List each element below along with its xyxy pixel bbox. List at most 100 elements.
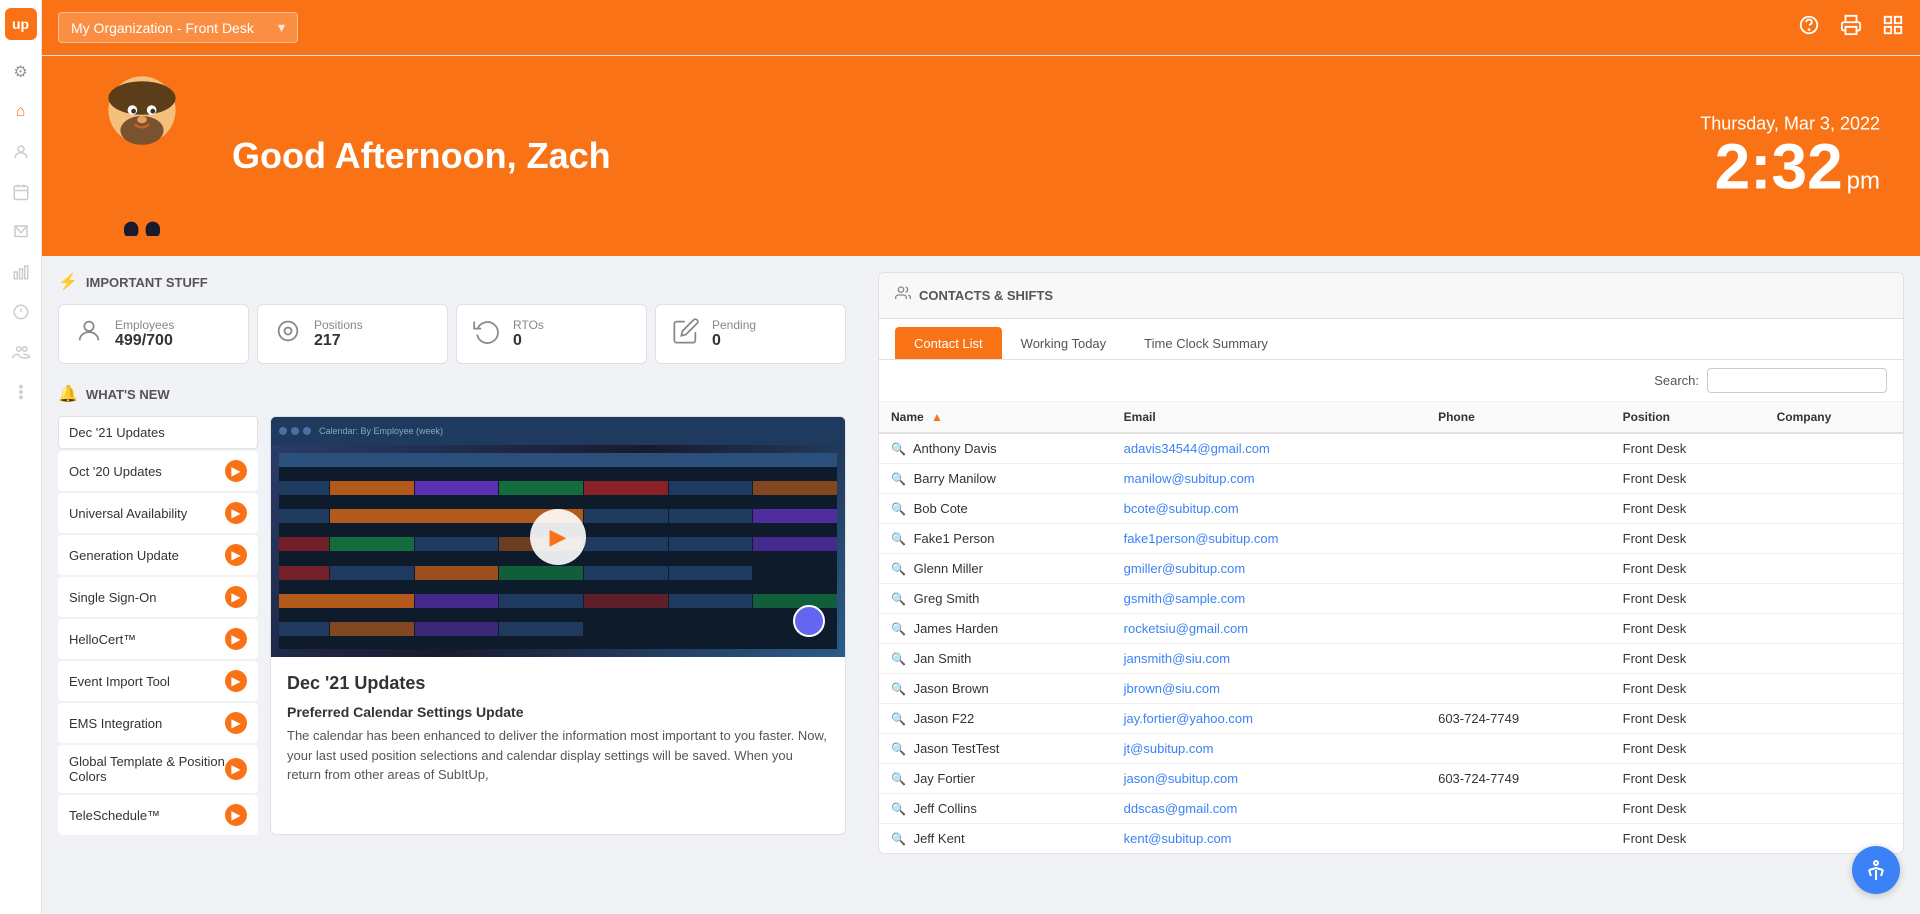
contact-phone — [1426, 734, 1611, 764]
contact-phone: 603-724-7749 — [1426, 764, 1611, 794]
app-logo[interactable]: up — [5, 8, 37, 40]
news-item-label: EMS Integration — [69, 716, 162, 731]
org-selector[interactable]: My Organization - Front Desk ▾ — [58, 12, 298, 43]
main-content: My Organization - Front Desk ▾ — [42, 0, 1920, 914]
sidebar-item-users[interactable] — [3, 134, 39, 170]
email-link[interactable]: jansmith@siu.com — [1124, 651, 1230, 666]
sidebar: up ⚙ ⌂ — [0, 0, 42, 914]
sort-arrow-icon: ▲ — [931, 410, 943, 424]
contact-email: jason@subitup.com — [1112, 764, 1426, 794]
col-name[interactable]: Name ▲ — [879, 402, 1112, 433]
play-button[interactable]: ▶ — [530, 509, 586, 565]
print-icon[interactable] — [1840, 14, 1862, 41]
email-link[interactable]: fake1person@subitup.com — [1124, 531, 1279, 546]
grid-icon[interactable] — [1882, 14, 1904, 41]
email-link[interactable]: gsmith@sample.com — [1124, 591, 1246, 606]
email-link[interactable]: gmiller@subitup.com — [1124, 561, 1246, 576]
contact-name: 🔍 Glenn Miller — [879, 554, 1112, 584]
table-row: 🔍 Jan Smith jansmith@siu.com Front Desk — [879, 644, 1903, 674]
news-item-hellocert[interactable]: HelloCert™ ▶ — [58, 619, 258, 659]
stat-employees[interactable]: Employees 499/700 — [58, 304, 249, 364]
news-item-dec21[interactable]: Dec '21 Updates — [58, 416, 258, 449]
contact-email: adavis34544@gmail.com — [1112, 433, 1426, 464]
email-link[interactable]: adavis34544@gmail.com — [1124, 441, 1270, 456]
contact-company — [1765, 674, 1903, 704]
email-link[interactable]: kent@subitup.com — [1124, 831, 1232, 846]
news-item-event-import[interactable]: Event Import Tool ▶ — [58, 661, 258, 701]
email-link[interactable]: jason@subitup.com — [1124, 771, 1238, 786]
video-dot — [291, 427, 299, 435]
contact-company — [1765, 734, 1903, 764]
news-item-oct20[interactable]: Oct '20 Updates ▶ — [58, 451, 258, 491]
person-search-icon: 🔍 — [891, 712, 906, 726]
accessibility-button[interactable] — [1852, 846, 1900, 894]
sidebar-item-messages[interactable] — [3, 214, 39, 250]
whats-new-header: 🔔 WHAT'S NEW — [58, 384, 846, 404]
contact-company — [1765, 494, 1903, 524]
email-link[interactable]: manilow@subitup.com — [1124, 471, 1255, 486]
news-item-generation-update[interactable]: Generation Update ▶ — [58, 535, 258, 575]
positions-info: Positions 217 — [314, 318, 363, 350]
email-link[interactable]: rocketsiu@gmail.com — [1124, 621, 1248, 636]
email-link[interactable]: bcote@subitup.com — [1124, 501, 1239, 516]
hero-greeting-text: Good Afternoon, Zach — [232, 135, 611, 177]
news-item-single-sign-on[interactable]: Single Sign-On ▶ — [58, 577, 258, 617]
contact-name: 🔍 Greg Smith — [879, 584, 1112, 614]
contact-name: 🔍 Jeff Collins — [879, 794, 1112, 824]
tab-working-today[interactable]: Working Today — [1002, 327, 1126, 359]
news-arrow-icon: ▶ — [225, 758, 247, 780]
table-row: 🔍 Jeff Kent kent@subitup.com Front Desk — [879, 824, 1903, 854]
contact-position: Front Desk — [1611, 764, 1765, 794]
search-input[interactable] — [1707, 368, 1887, 393]
contact-name: 🔍 James Harden — [879, 614, 1112, 644]
contact-phone — [1426, 644, 1611, 674]
video-dot — [303, 427, 311, 435]
contact-name: 🔍 Jeff Kent — [879, 824, 1112, 854]
contact-position: Front Desk — [1611, 433, 1765, 464]
contact-name: 🔍 Barry Manilow — [879, 464, 1112, 494]
sidebar-item-settings[interactable]: ⚙ — [3, 54, 39, 90]
sidebar-item-home[interactable]: ⌂ — [3, 94, 39, 130]
tab-contact-list[interactable]: Contact List — [895, 327, 1002, 359]
video-thumbnail[interactable]: Calendar: By Employee (week) — [271, 417, 845, 657]
stat-pending[interactable]: Pending 0 — [655, 304, 846, 364]
contacts-title: CONTACTS & SHIFTS — [919, 288, 1053, 303]
contact-name: 🔍 Jason F22 — [879, 704, 1112, 734]
email-link[interactable]: jbrown@siu.com — [1124, 681, 1220, 696]
sidebar-item-calendar[interactable] — [3, 174, 39, 210]
email-link[interactable]: jt@subitup.com — [1124, 741, 1214, 756]
stat-positions[interactable]: Positions 217 — [257, 304, 448, 364]
news-item-global-template[interactable]: Global Template & Position Colors ▶ — [58, 745, 258, 793]
sidebar-item-team[interactable] — [3, 334, 39, 370]
hero-time: 2:32 — [1715, 135, 1843, 199]
chevron-down-icon: ▾ — [278, 19, 285, 36]
right-panel: CONTACTS & SHIFTS Contact List Working T… — [862, 256, 1920, 914]
tab-time-clock-summary[interactable]: Time Clock Summary — [1125, 327, 1287, 359]
sidebar-item-reports[interactable] — [3, 254, 39, 290]
person-search-icon: 🔍 — [891, 802, 906, 816]
news-item-label: Single Sign-On — [69, 590, 156, 605]
sidebar-item-more[interactable] — [3, 374, 39, 410]
help-icon[interactable] — [1798, 14, 1820, 41]
contact-name: 🔍 Jason TestTest — [879, 734, 1112, 764]
news-item-label: Global Template & Position Colors — [69, 754, 225, 784]
news-item-ems-integration[interactable]: EMS Integration ▶ — [58, 703, 258, 743]
news-preview: Calendar: By Employee (week) — [270, 416, 846, 835]
email-link[interactable]: ddscas@gmail.com — [1124, 801, 1238, 816]
contact-name: 🔍 Jason Brown — [879, 674, 1112, 704]
table-row: 🔍 Glenn Miller gmiller@subitup.com Front… — [879, 554, 1903, 584]
stat-rtos[interactable]: RTOs 0 — [456, 304, 647, 364]
news-arrow-icon: ▶ — [225, 502, 247, 524]
news-item-universal-availability[interactable]: Universal Availability ▶ — [58, 493, 258, 533]
sidebar-item-info[interactable] — [3, 294, 39, 330]
contact-company — [1765, 704, 1903, 734]
table-row: 🔍 Anthony Davis adavis34544@gmail.com Fr… — [879, 433, 1903, 464]
stats-row: Employees 499/700 Positions 217 — [58, 304, 846, 364]
news-item-label: Universal Availability — [69, 506, 187, 521]
email-link[interactable]: jay.fortier@yahoo.com — [1124, 711, 1253, 726]
contact-email: gmiller@subitup.com — [1112, 554, 1426, 584]
contact-phone — [1426, 674, 1611, 704]
rtos-icon — [473, 317, 501, 351]
news-item-teleschedule[interactable]: TeleSchedule™ ▶ — [58, 795, 258, 835]
news-content: Dec '21 Updates Preferred Calendar Setti… — [271, 657, 845, 801]
